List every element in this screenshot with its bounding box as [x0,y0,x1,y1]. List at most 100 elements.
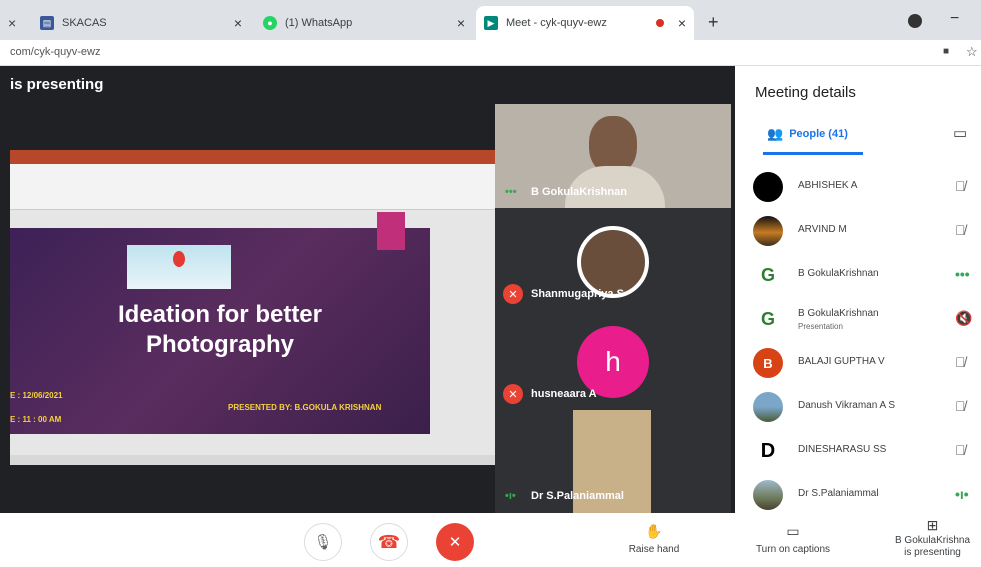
participant-list-item[interactable]: Dr S.Palaniammal •ı• [753,480,973,510]
mic-off-icon[interactable]: 🎙̸ [955,222,966,238]
presentation-muted-icon[interactable]: 🔇 [955,310,972,327]
ppt-statusbar [10,455,495,465]
close-tab-icon[interactable]: × [8,15,16,31]
mic-off-icon[interactable]: 🎙̸ [955,398,966,414]
mic-off-icon: ✕ [503,284,523,304]
panel-title: Meeting details [755,84,856,101]
avatar: G [753,260,783,290]
raise-hand-button[interactable]: ✋ Raise hand [612,523,696,555]
ppt-titlebar [10,150,495,164]
tab-skacas[interactable]: ▤ SKACAS × [32,6,250,40]
slide-title-line2: Photography [146,331,294,358]
captions-label: Turn on captions [755,544,831,555]
slide-title: Ideation for better Photography [10,300,430,360]
mic-off-icon[interactable]: 🎙̸ [955,442,966,458]
slide-lightbulb-image [127,245,231,289]
ppt-ribbon [10,164,495,210]
tab-whatsapp[interactable]: ● (1) WhatsApp × [255,6,473,40]
participant-tile[interactable]: •ı• Dr S.Palaniammal [495,408,731,513]
slide-title-line1: Ideation for better [117,301,322,328]
mic-off-icon: ✕ [503,384,523,404]
participant-tile[interactable]: ✕ Shanmugapriya S [495,208,731,308]
close-tab-icon[interactable]: × [457,15,465,31]
tab-people[interactable]: 👥 People (41) [767,126,848,142]
avatar [753,216,783,246]
participant-subtitle: Presentation [798,322,843,331]
participant-list-item[interactable]: Danush Vikraman A S 🎙̸ [753,392,973,422]
previous-tab[interactable]: × [0,6,30,40]
avatar: D [753,436,783,466]
people-tab-label: People (41) [789,128,848,140]
url-text[interactable]: com/cyk-quyv-ewz [10,46,100,58]
participant-list-item[interactable]: G B GokulaKrishnan ••• [753,260,973,290]
close-tab-icon[interactable]: × [234,15,242,31]
camera-icon[interactable]: ■ [943,46,949,57]
minimize-button[interactable]: − [950,10,959,28]
microphone-button[interactable]: 🎙 [304,523,342,561]
tab-label: Meet - cyk-quyv-ewz [506,17,607,29]
avatar [753,392,783,422]
meeting-controls-bar: 🎙 ☎ ✕ ✋ Raise hand ▭ Turn on captions ⊞ … [0,513,981,567]
participant-name: B GokulaKrishnan [798,308,879,319]
present-screen-icon: ⊞ [926,517,939,533]
participant-name: ABHISHEK A [798,180,858,191]
participant-name: Danush Vikraman A S [798,400,896,411]
participant-name: Dr S.Palaniammal [531,490,624,502]
participant-list-item[interactable]: ARVIND M 🎙̸ [753,216,973,246]
new-tab-button[interactable]: + [708,12,719,33]
participant-name: B GokulaKrishnan [531,186,627,198]
speaking-indicator-icon: •ı• [955,486,969,502]
presenter-name: B GokulaKrishna [894,535,971,546]
participant-name: DINESHARASU SS [798,444,887,455]
captions-icon: ▭ [786,523,800,539]
lightbulb-icon [173,251,185,267]
mic-off-icon[interactable]: 🎙̸ [955,178,966,194]
address-bar[interactable]: com/cyk-quyv-ewz ■ ☆ [0,40,981,66]
presenting-status-button[interactable]: ⊞ B GokulaKrishna is presenting [884,517,981,559]
presenting-status: is presenting [904,547,961,558]
participant-list-item[interactable]: ABHISHEK A 🎙̸ [753,172,973,202]
participant-name: B GokulaKrishnan [798,268,879,279]
tab-meet[interactable]: ▶ Meet - cyk-quyv-ewz × [476,6,694,40]
hand-icon: ✋ [645,523,663,539]
slide-date: E : 12/06/2021 [10,391,63,400]
raise-hand-label: Raise hand [628,544,680,555]
participant-name: Dr S.Palaniammal [798,488,879,499]
participant-list-item[interactable]: D DINESHARASU SS 🎙̸ [753,436,973,466]
meeting-details-panel: Meeting details 👥 People (41) ▭ ABHISHEK… [735,66,981,513]
hangup-icon: ☎ [377,531,401,552]
avatar: G [753,304,783,334]
slide-presenter: PRESENTED BY: B.GOKULA KRISHNAN [228,403,382,412]
participant-name: husneaara A [531,388,597,400]
avatar [753,480,783,510]
participant-list-item[interactable]: B BALAJI GUPTHA V 🎙̸ [753,348,973,378]
speaking-indicator-icon: •ı• [505,490,516,502]
participant-name: ARVIND M [798,224,847,235]
close-tab-icon[interactable]: × [678,15,686,31]
chat-tab-icon[interactable]: ▭ [953,124,967,142]
people-icon: 👥 [767,126,784,141]
slide-accent-bar [377,212,405,250]
participant-tile[interactable]: ••• B GokulaKrishnan [495,104,731,208]
captions-button[interactable]: ▭ Turn on captions [738,523,848,555]
participant-tile[interactable]: h ✕ husneaara A [495,308,731,408]
camera-off-button[interactable]: ✕ [436,523,474,561]
camera-off-icon: ✕ [448,534,462,551]
meet-favicon-icon: ▶ [484,16,498,30]
tab-label: (1) WhatsApp [285,17,353,29]
avatar: B [753,348,783,378]
participant-list-item[interactable]: G B GokulaKrishnan Presentation 🔇 [753,304,973,334]
star-icon[interactable]: ☆ [966,44,978,60]
recording-dot-icon [656,19,664,27]
browser-tab-bar: × ▤ SKACAS × ● (1) WhatsApp × ▶ Meet - c… [0,0,981,40]
slide-time: E : 11 : 00 AM [10,415,62,424]
profile-icon[interactable] [908,14,922,28]
speaking-indicator-icon: ••• [955,266,970,282]
tab-label: SKACAS [62,17,107,29]
avatar [753,172,783,202]
participant-name: BALAJI GUPTHA V [798,356,885,367]
microphone-icon: 🎙 [313,534,333,551]
leave-call-button[interactable]: ☎ [370,523,408,561]
whatsapp-favicon-icon: ● [263,16,277,30]
mic-off-icon[interactable]: 🎙̸ [955,354,966,370]
